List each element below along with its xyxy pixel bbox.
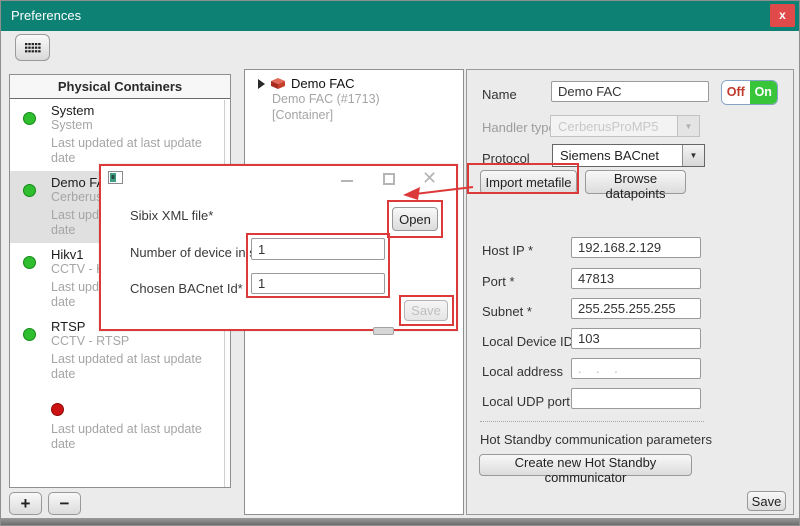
host-ip-input[interactable] (571, 237, 701, 258)
local-device-id-label: Local Device ID * (482, 334, 582, 349)
subnet-label: Subnet * (482, 304, 532, 319)
device-count-input[interactable] (251, 238, 385, 260)
add-container-button[interactable]: + (9, 492, 42, 515)
tree-node-type: [Container] (272, 107, 457, 123)
local-udp-port-label: Local UDP port (482, 394, 570, 409)
handler-type-value: CerberusProMP5 (551, 119, 677, 134)
subnet-input[interactable] (571, 298, 701, 319)
window-bottom-edge (1, 518, 799, 526)
dialog-close-icon[interactable]: ✕ (422, 166, 437, 190)
dialog-resize-grip[interactable] (373, 327, 394, 335)
name-label: Name (482, 87, 517, 102)
item-updated: Last updated at last update date (51, 352, 220, 382)
import-metafile-button[interactable]: Import metafile (480, 170, 577, 194)
hot-standby-label: Hot Standby communication parameters (480, 432, 712, 447)
local-address-input[interactable] (571, 358, 701, 379)
name-input[interactable] (551, 81, 709, 102)
chevron-down-icon: ▼ (677, 116, 699, 136)
item-title: System (51, 103, 220, 118)
port-label: Port * (482, 274, 515, 289)
item-updated: Last updated at last update date (51, 422, 220, 452)
list-item-offline[interactable]: Last updated at last update date (10, 387, 230, 457)
preferences-window: Preferences x Physical Containers System… (0, 0, 800, 526)
create-hot-standby-button[interactable]: Create new Hot Standby communicator (479, 454, 692, 476)
local-device-id-input[interactable] (571, 328, 701, 349)
status-dot-icon (51, 403, 64, 416)
tree-node-id: Demo FAC (#1713) (272, 91, 457, 107)
minimize-icon[interactable] (341, 180, 353, 182)
browse-datapoints-button[interactable]: Browse datapoints (585, 170, 686, 194)
bacnet-id-label: Chosen BACnet Id* (130, 281, 243, 296)
status-dot-icon (23, 328, 36, 341)
handler-type-select: CerberusProMP5 ▼ (550, 115, 700, 137)
protocol-select[interactable]: Siemens BACnet ▼ (552, 144, 705, 167)
open-button[interactable]: Open (392, 207, 438, 231)
expand-arrow-icon[interactable] (258, 79, 265, 89)
local-udp-port-input[interactable] (571, 388, 701, 409)
sibix-xml-label: Sibix XML file* (130, 208, 213, 223)
toggle-off-label[interactable]: Off (722, 81, 750, 104)
item-updated: Last updated at last update date (51, 136, 220, 166)
toggle-on-label[interactable]: On (750, 81, 778, 104)
window-title: Preferences (11, 1, 81, 31)
tree-node-demo-fac[interactable]: Demo FAC (258, 76, 457, 91)
protocol-label: Protocol (482, 151, 530, 166)
title-bar: Preferences x (1, 1, 799, 31)
status-dot-icon (23, 112, 36, 125)
status-dot-icon (23, 256, 36, 269)
save-button[interactable]: Save (747, 491, 786, 511)
bacnet-id-input[interactable] (251, 273, 385, 294)
maximize-icon[interactable] (383, 173, 395, 185)
item-subtitle: System (51, 118, 220, 133)
enabled-toggle[interactable]: Off On (721, 80, 778, 105)
chevron-down-icon[interactable]: ▼ (682, 145, 704, 166)
item-subtitle: CCTV - RTSP (51, 334, 220, 349)
status-dot-icon (23, 184, 36, 197)
list-item-system[interactable]: System System Last updated at last updat… (10, 99, 230, 171)
port-input[interactable] (571, 268, 701, 289)
protocol-value: Siemens BACnet (553, 148, 682, 163)
dialog-save-button[interactable]: Save (404, 300, 448, 321)
section-divider (480, 421, 704, 422)
local-address-label: Local address (482, 364, 563, 379)
grid-menu-button[interactable] (15, 34, 50, 61)
import-metafile-dialog: ✕ Sibix XML file* Open Number of device … (99, 164, 458, 331)
container-settings-panel: Name Off On Handler type CerberusProMP5 … (466, 69, 794, 515)
physical-containers-header: Physical Containers (10, 75, 230, 99)
container-cube-icon (270, 77, 286, 90)
close-icon[interactable]: x (770, 4, 795, 27)
tree-node-title: Demo FAC (291, 76, 355, 91)
dialog-app-icon (108, 171, 123, 184)
grid-icon (24, 42, 41, 54)
remove-container-button[interactable]: − (48, 492, 81, 515)
host-ip-label: Host IP * (482, 243, 533, 258)
handler-type-label: Handler type (482, 120, 556, 135)
